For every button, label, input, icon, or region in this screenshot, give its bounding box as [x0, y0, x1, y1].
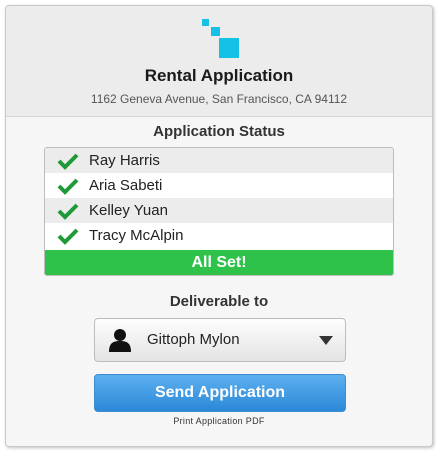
checkmark-icon: [57, 203, 79, 220]
recipient-select[interactable]: Gittoph Mylon: [94, 318, 346, 362]
person-icon: [109, 329, 131, 352]
application-card: Rental Application 1162 Geneva Avenue, S…: [5, 5, 433, 447]
chevron-down-icon[interactable]: [319, 336, 333, 345]
applicant-name: Kelley Yuan: [89, 202, 168, 219]
send-application-button[interactable]: Send Application: [94, 374, 346, 412]
header: Rental Application 1162 Geneva Avenue, S…: [6, 6, 432, 117]
checkmark-icon: [57, 178, 79, 195]
applicant-status-list: Ray Harris Aria Sabeti Kelley Yuan Tracy…: [44, 147, 394, 276]
applicant-row: Kelley Yuan: [45, 198, 393, 223]
deliverable-heading: Deliverable to: [169, 293, 269, 310]
applicant-name: Tracy McAlpin: [89, 227, 184, 244]
applicant-name: Ray Harris: [89, 152, 160, 169]
checkmark-icon: [57, 228, 79, 245]
applicant-name: Aria Sabeti: [89, 177, 163, 194]
logo-icon: [202, 19, 239, 58]
applicant-row: Aria Sabeti: [45, 173, 393, 198]
applicant-row: Ray Harris: [45, 148, 393, 173]
page-title: Rental Application: [144, 66, 294, 85]
selected-recipient: Gittoph Mylon: [147, 331, 240, 348]
applicant-row: Tracy McAlpin: [45, 223, 393, 248]
print-pdf-link[interactable]: Print Application PDF: [6, 416, 432, 426]
property-address: 1162 Geneva Avenue, San Francisco, CA 94…: [90, 92, 348, 106]
checkmark-icon: [57, 153, 79, 170]
status-heading: Application Status: [153, 123, 285, 140]
all-set-banner: All Set!: [45, 250, 393, 275]
